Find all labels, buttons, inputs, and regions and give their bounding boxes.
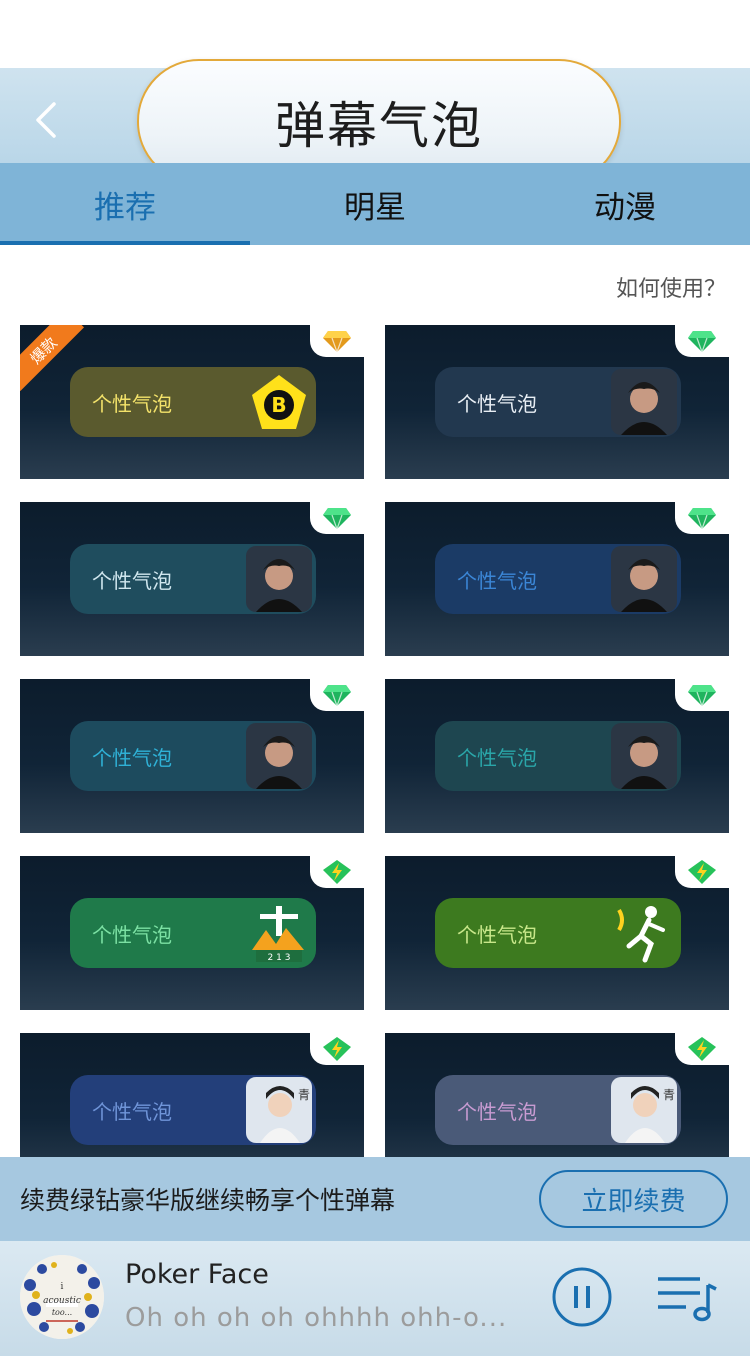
mini-player[interactable]: i acoustic too... Poker Face Oh oh oh oh… bbox=[0, 1241, 750, 1356]
green-diamond-icon bbox=[675, 325, 729, 357]
star-portrait-icon bbox=[246, 546, 312, 612]
lyric-line: Oh oh oh oh ohhhh ohh-o... bbox=[125, 1303, 508, 1333]
star-portrait-icon bbox=[611, 723, 677, 789]
bubble-label: 个性气泡 bbox=[92, 391, 172, 416]
green-diamond-icon bbox=[675, 679, 729, 711]
tab-recommended[interactable]: 推荐 bbox=[0, 163, 250, 245]
green-diamond-icon bbox=[310, 679, 364, 711]
bubble-label: 个性气泡 bbox=[92, 922, 172, 947]
bubble-preview: 个性气泡 bbox=[435, 544, 681, 614]
bubble-label: 个性气泡 bbox=[457, 745, 537, 770]
album-cover[interactable]: i acoustic too... bbox=[20, 1255, 104, 1339]
bubble-label: 个性气泡 bbox=[457, 1099, 537, 1124]
bubble-label: 个性气泡 bbox=[457, 568, 537, 593]
bubble-preview: 个性气泡 青 bbox=[435, 1075, 681, 1145]
bubble-label: 个性气泡 bbox=[457, 391, 537, 416]
album-art-icon: i acoustic too... bbox=[20, 1255, 104, 1339]
bubble-label: 个性气泡 bbox=[92, 568, 172, 593]
renew-message: 续费绿钻豪华版继续畅享个性弹幕 bbox=[20, 1186, 396, 1215]
cover-text-2: acoustic bbox=[43, 1296, 81, 1306]
svg-text:青: 青 bbox=[298, 1088, 310, 1102]
pause-icon[interactable] bbox=[551, 1266, 613, 1328]
bubble-store-page: 弹幕气泡 推荐 明星 动漫 如何使用？ 爆款 个性气泡 B 个性气泡 个性气泡 个性气泡个… bbox=[0, 0, 750, 1356]
cover-text-3: too... bbox=[52, 1308, 72, 1317]
back-icon[interactable] bbox=[28, 98, 64, 142]
bubble-card[interactable]: 爆款 个性气泡 B bbox=[20, 325, 364, 479]
bubble-preview: 个性气泡 bbox=[70, 721, 316, 791]
tab-stars[interactable]: 明星 bbox=[250, 163, 500, 245]
bubble-card[interactable]: 个性气泡 bbox=[20, 679, 364, 833]
bubble-label: 个性气泡 bbox=[457, 922, 537, 947]
rio-statue-icon: 2 1 3 bbox=[246, 900, 312, 966]
bubble-card[interactable]: 个性气泡 bbox=[385, 856, 729, 1010]
svg-text:青: 青 bbox=[663, 1088, 675, 1102]
bubble-label: 个性气泡 bbox=[92, 745, 172, 770]
drama-portrait-icon: 青 bbox=[611, 1077, 677, 1143]
lightning-icon bbox=[310, 856, 364, 888]
bubble-card[interactable]: 个性气泡 bbox=[385, 679, 729, 833]
green-diamond-icon bbox=[310, 502, 364, 534]
bubble-card[interactable]: 个性气泡 bbox=[385, 502, 729, 656]
bubble-card[interactable]: 个性气泡 2 1 3 bbox=[20, 856, 364, 1010]
song-title: Poker Face bbox=[125, 1259, 269, 1290]
bubble-preview: 个性气泡 青 bbox=[70, 1075, 316, 1145]
bubble-label: 个性气泡 bbox=[92, 1099, 172, 1124]
lightning-icon bbox=[310, 1033, 364, 1065]
bubble-preview: 个性气泡 B bbox=[70, 367, 316, 437]
bubble-preview: 个性气泡 2 1 3 bbox=[70, 898, 316, 968]
gold-diamond-icon bbox=[310, 325, 364, 357]
green-diamond-icon bbox=[675, 502, 729, 534]
renew-banner: 续费绿钻豪华版继续畅享个性弹幕 立即续费 bbox=[0, 1157, 750, 1241]
playlist-icon[interactable] bbox=[656, 1273, 718, 1323]
renew-button[interactable]: 立即续费 bbox=[539, 1170, 728, 1228]
svg-text:B: B bbox=[271, 393, 286, 417]
runner-figure-icon bbox=[611, 900, 677, 966]
drama-portrait-icon: 青 bbox=[246, 1077, 312, 1143]
how-to-use-link[interactable]: 如何使用？ bbox=[616, 271, 726, 303]
bubble-preview: 个性气泡 bbox=[70, 544, 316, 614]
svg-text:2 1 3: 2 1 3 bbox=[268, 953, 291, 963]
cover-text-1: i bbox=[61, 1282, 64, 1292]
bubble-preview: 个性气泡 bbox=[435, 898, 681, 968]
star-portrait-icon bbox=[611, 369, 677, 435]
lightning-icon bbox=[675, 856, 729, 888]
bubble-card[interactable]: 个性气泡 bbox=[385, 325, 729, 479]
bubble-preview: 个性气泡 bbox=[435, 367, 681, 437]
lightning-icon bbox=[675, 1033, 729, 1065]
star-portrait-icon bbox=[246, 723, 312, 789]
bubble-preview: 个性气泡 bbox=[435, 721, 681, 791]
bubble-card[interactable]: 个性气泡 bbox=[20, 502, 364, 656]
bigbang-logo-icon: B bbox=[246, 369, 312, 435]
page-title: 弹幕气泡 bbox=[275, 96, 483, 155]
category-tabs: 推荐 明星 动漫 bbox=[0, 163, 750, 245]
star-portrait-icon bbox=[611, 546, 677, 612]
tab-anime[interactable]: 动漫 bbox=[500, 163, 750, 245]
